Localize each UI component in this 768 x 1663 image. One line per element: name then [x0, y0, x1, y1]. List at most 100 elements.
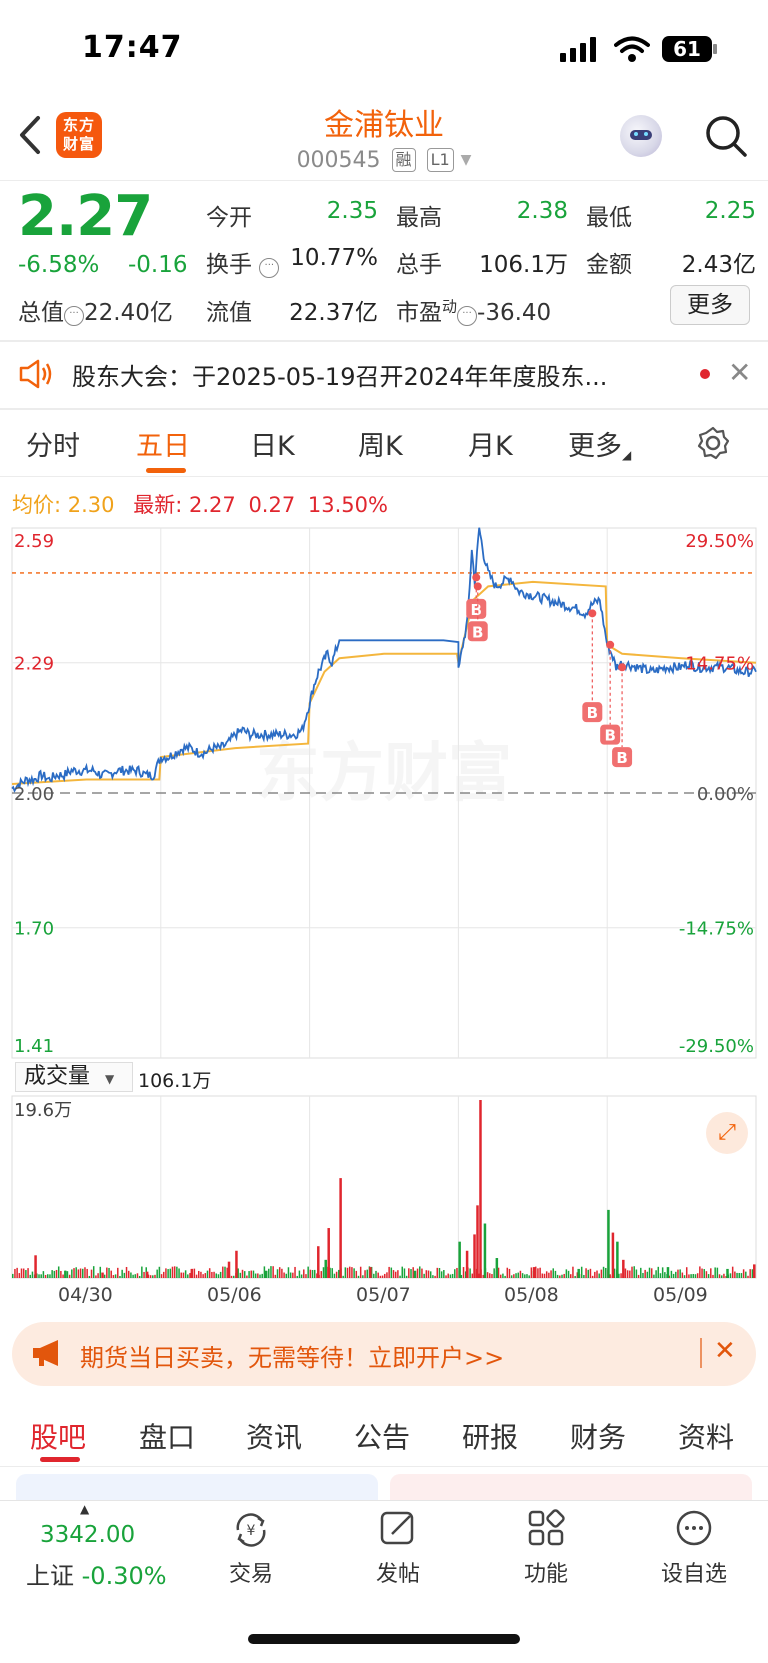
- volume-bar: [648, 1267, 651, 1278]
- index-up-arrow-icon: ▲: [80, 1502, 90, 1516]
- volume-bar: [18, 1273, 21, 1278]
- volume-bar: [681, 1272, 684, 1278]
- volume-bar: [699, 1266, 701, 1278]
- volume-bar: [29, 1274, 32, 1278]
- tab-forum[interactable]: 股吧: [30, 1416, 86, 1456]
- indicator-selector-label: 成交量: [24, 1064, 91, 1089]
- volume-bar: [580, 1266, 583, 1278]
- volume-bar: [294, 1266, 296, 1278]
- low-label: 最低: [586, 205, 632, 231]
- functions-grid-icon[interactable]: [526, 1508, 566, 1548]
- index-value[interactable]: 3342.00: [40, 1522, 135, 1548]
- volume-bar: [572, 1266, 574, 1278]
- volume-bar: [230, 1275, 233, 1278]
- megaphone-icon: [33, 1340, 58, 1366]
- volume-bar: [600, 1269, 603, 1278]
- info-dots-icon[interactable]: ···: [259, 258, 280, 278]
- volume-bar: [114, 1274, 117, 1278]
- volume-bar: [392, 1270, 395, 1278]
- volume-bar: [447, 1273, 449, 1278]
- latest-change-pct: 13.50%: [307, 493, 388, 517]
- price-chart[interactable]: 东方财富 BBBBB 2.59 29.50%2.29 14.75%2.00 0.00%…: [0, 520, 768, 1060]
- info-dots-icon[interactable]: ···: [457, 306, 478, 326]
- volume-bar: [449, 1274, 452, 1278]
- add-watchlist-icon[interactable]: [674, 1508, 714, 1548]
- watermark-text: 东方财富: [256, 737, 512, 811]
- volume-bar: [690, 1274, 692, 1278]
- volume-bar: [152, 1275, 154, 1278]
- volume-bar: [348, 1266, 351, 1278]
- cellular-signal-icon: [560, 36, 602, 62]
- volume-bar: [270, 1266, 272, 1278]
- nav-trade[interactable]: 交易: [201, 1556, 301, 1588]
- more-fields-button[interactable]: 更多: [670, 285, 750, 325]
- tab-more[interactable]: 更多◢: [568, 424, 631, 463]
- promo-text[interactable]: 期货当日买卖，无需等待！立即开户>>: [80, 1338, 504, 1373]
- volume-bar: [552, 1268, 554, 1278]
- volume-bar: [465, 1250, 469, 1278]
- buy-marker-label: B: [616, 749, 627, 767]
- nav-add-watchlist[interactable]: 设自选: [644, 1556, 744, 1588]
- volume-bar: [31, 1271, 34, 1278]
- volume-bar: [703, 1269, 705, 1278]
- notice-text[interactable]: 股东大会：于2025-05-19召开2024年年度股东...: [72, 357, 672, 392]
- volume-bar: [289, 1272, 292, 1278]
- tab-order-book[interactable]: 盘口: [139, 1416, 195, 1456]
- volume-bar: [366, 1269, 368, 1278]
- assistant-avatar-icon[interactable]: [620, 115, 662, 157]
- index-row[interactable]: 上证 -0.30%: [26, 1556, 167, 1591]
- tab-day-k[interactable]: 日K: [250, 424, 295, 463]
- volume-bar: [753, 1264, 756, 1278]
- volume-bar: [587, 1269, 590, 1278]
- tab-news[interactable]: 资讯: [246, 1416, 302, 1456]
- info-dots-icon[interactable]: ···: [64, 306, 84, 326]
- settings-gear-icon[interactable]: [696, 426, 730, 460]
- volume-bar: [716, 1267, 719, 1278]
- turnover-value: 10.77%: [290, 245, 378, 271]
- volume-bar: [666, 1267, 670, 1278]
- close-icon[interactable]: ✕: [728, 356, 751, 389]
- volume-bar: [213, 1271, 215, 1278]
- tab-minute[interactable]: 分时: [26, 424, 80, 463]
- volume-bar: [633, 1266, 635, 1278]
- tab-financials[interactable]: 财务: [570, 1416, 626, 1456]
- volume-bar: [421, 1268, 423, 1278]
- svg-text:¥: ¥: [247, 1523, 256, 1539]
- volume-bar: [622, 1259, 625, 1278]
- volume-bar: [661, 1267, 664, 1278]
- tab-five-day[interactable]: 五日: [136, 424, 190, 463]
- tab-month-k[interactable]: 月K: [468, 424, 513, 463]
- indicator-selector[interactable]: 成交量 ▼: [15, 1062, 133, 1092]
- volume-bar: [351, 1267, 353, 1278]
- nav-functions[interactable]: 功能: [496, 1556, 596, 1588]
- volume-bar: [42, 1271, 45, 1278]
- volume-bar: [543, 1273, 546, 1278]
- volume-chart[interactable]: 19.6万: [0, 1092, 768, 1282]
- volume-bar: [379, 1275, 382, 1278]
- volume-bar: [410, 1269, 412, 1278]
- change-percent: -6.58%: [18, 252, 100, 278]
- expand-chart-icon[interactable]: ⤢: [706, 1112, 748, 1154]
- volume-bar: [333, 1273, 336, 1278]
- x-tick-label: 05/07: [356, 1284, 411, 1306]
- close-icon[interactable]: ✕: [714, 1336, 736, 1366]
- tab-profile[interactable]: 资料: [678, 1416, 734, 1456]
- volume-bar: [688, 1274, 690, 1278]
- tab-more-label: 更多: [568, 431, 622, 462]
- volume-bar: [298, 1270, 301, 1278]
- nav-post[interactable]: 发帖: [348, 1556, 448, 1588]
- volume-bar: [506, 1267, 509, 1278]
- tab-research[interactable]: 研报: [462, 1416, 518, 1456]
- volume-bar: [274, 1274, 277, 1278]
- volume-bar: [486, 1272, 489, 1278]
- tab-week-k[interactable]: 周K: [358, 424, 403, 463]
- volume-bar: [261, 1273, 263, 1278]
- volume-bar: [77, 1269, 80, 1278]
- home-indicator: [248, 1634, 520, 1644]
- volume-bar: [491, 1274, 493, 1278]
- compose-post-icon[interactable]: [378, 1508, 418, 1548]
- search-icon[interactable]: [704, 114, 748, 158]
- volume-bar: [589, 1268, 592, 1278]
- tab-announcements[interactable]: 公告: [354, 1416, 410, 1456]
- trade-yen-icon[interactable]: ¥: [230, 1510, 272, 1550]
